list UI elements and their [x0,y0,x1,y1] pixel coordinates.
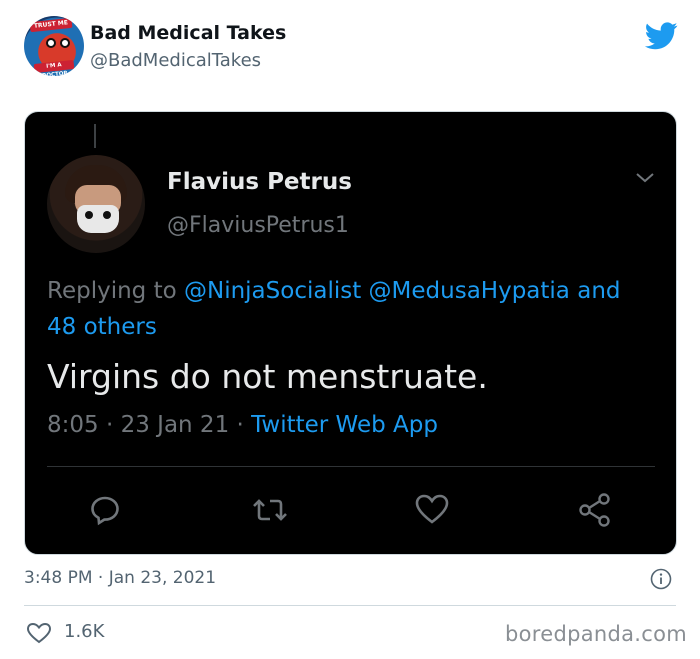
author-avatar[interactable]: TRUST ME I'M A DOCTOR [24,16,84,76]
author-display-name[interactable]: Bad Medical Takes [90,22,286,44]
divider [24,605,676,606]
chevron-down-icon[interactable] [634,170,656,186]
like-count: 1.6K [64,621,105,642]
info-icon[interactable] [650,568,672,590]
quoted-time[interactable]: 8:05 [47,412,99,438]
like-icon[interactable] [412,490,452,530]
quoted-tweet-meta: 8:05 · 23 Jan 21 · Twitter Web App [47,412,438,438]
quoted-date[interactable]: 23 Jan 21 [121,412,230,438]
tweet-header: TRUST ME I'M A DOCTOR Bad Medical Takes … [24,16,684,82]
replying-to-line: Replying to @NinjaSocialist @MedusaHypat… [47,278,621,340]
twitter-bird-icon[interactable] [645,22,678,50]
quoted-tweet-screenshot: Flavius Petrus @FlaviusPetrus1 Replying … [24,111,677,555]
like-count-button[interactable]: 1.6K [26,620,146,646]
reply-icon[interactable] [85,490,125,530]
share-icon[interactable] [575,490,615,530]
avatar-banner-bottom: I'M A DOCTOR [33,59,75,76]
retweet-icon[interactable] [250,490,290,530]
quoted-tweet-text: Virgins do not menstruate. [47,357,488,396]
watermark: boredpanda.com [505,622,688,646]
source-app-link[interactable]: Twitter Web App [251,412,438,438]
divider [47,466,655,467]
quoted-author-avatar[interactable] [47,155,145,253]
thread-line [94,124,96,148]
quoted-handle[interactable]: @FlaviusPetrus1 [167,213,349,238]
mention-link[interactable]: @MedusaHypatia [369,278,570,304]
author-handle[interactable]: @BadMedicalTakes [90,50,261,71]
action-bar [25,490,676,530]
tweet-timestamp[interactable]: 3:48 PM · Jan 23, 2021 [24,568,216,588]
heart-icon [26,622,52,644]
mention-link[interactable]: @NinjaSocialist [184,278,361,304]
avatar-banner-top: TRUST ME [29,17,73,33]
quoted-display-name[interactable]: Flavius Petrus [167,169,352,195]
